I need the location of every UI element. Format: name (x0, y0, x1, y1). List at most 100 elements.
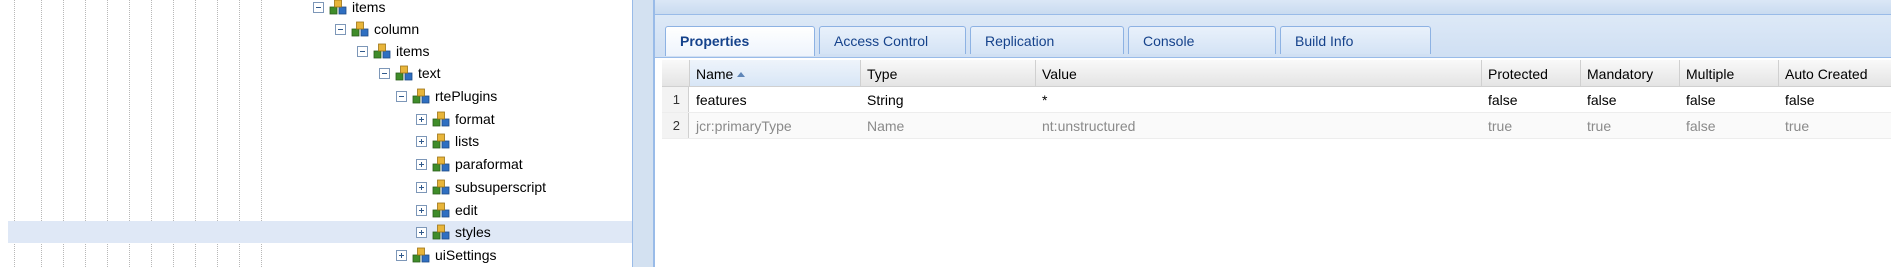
tree-node-row[interactable]: subsuperscript (8, 176, 632, 198)
tree-node-label[interactable]: rtePlugins (435, 88, 497, 104)
tree-node-row[interactable]: styles (8, 221, 632, 243)
expand-toggle-icon[interactable] (416, 158, 427, 170)
tab-replication[interactable]: Replication (970, 26, 1124, 54)
node-cubes-icon (395, 65, 413, 81)
tree-node-label[interactable]: items (396, 43, 429, 59)
expand-toggle-icon[interactable] (396, 249, 407, 261)
tree-node-label[interactable]: uiSettings (435, 247, 496, 263)
tree-node[interactable]: format (416, 108, 495, 130)
collapse-toggle-icon[interactable] (379, 67, 390, 79)
column-header-type[interactable]: Type (861, 60, 1036, 86)
tree-node-row[interactable]: text (8, 62, 632, 84)
node-cubes-icon (351, 21, 369, 37)
cell-value[interactable]: * (1036, 87, 1482, 112)
tree-node-label[interactable]: items (352, 0, 385, 15)
tree-node-row[interactable]: uiSettings (8, 244, 632, 266)
cell-name: jcr:primaryType (696, 118, 792, 134)
expand-toggle-icon[interactable] (416, 204, 427, 216)
tree-node-label[interactable]: edit (455, 202, 478, 218)
node-cubes-icon (432, 179, 450, 195)
column-header-label: Name (696, 66, 734, 82)
table-row[interactable]: 1 features String * false false false fa… (662, 87, 1891, 113)
tree-node-row[interactable]: paraformat (8, 153, 632, 175)
tree-node-label[interactable]: text (418, 65, 441, 81)
tree-node[interactable]: items (313, 0, 385, 18)
repository-tree: items column items text rtePlugins format list… (0, 0, 632, 267)
node-cubes-icon (412, 88, 430, 104)
tab-console[interactable]: Console (1128, 26, 1276, 54)
cell-auto-created: true (1785, 118, 1810, 134)
tree-node[interactable]: subsuperscript (416, 176, 546, 198)
cell-mandatory: true (1587, 118, 1612, 134)
column-header-value[interactable]: Value (1036, 60, 1482, 86)
tree-node-row[interactable]: rtePlugins (8, 85, 632, 107)
column-header-name[interactable]: Name (690, 60, 861, 86)
tree-node-label[interactable]: format (455, 111, 495, 127)
tree-node[interactable]: paraformat (416, 153, 523, 175)
cell-name: features (696, 92, 747, 108)
properties-grid: Name Type Value Protected Mandatory Mult… (662, 60, 1891, 267)
node-cubes-icon (432, 202, 450, 218)
node-cubes-icon (432, 224, 450, 240)
tree-node-label[interactable]: styles (455, 224, 491, 240)
tree-node-row[interactable]: lists (8, 130, 632, 152)
tree-node-label[interactable]: column (374, 21, 419, 37)
cell-multiple: false (1686, 118, 1716, 134)
tree-node[interactable]: edit (416, 199, 478, 221)
expand-toggle-icon[interactable] (416, 113, 427, 125)
row-number: 2 (662, 113, 689, 138)
cell-type: String (867, 92, 904, 108)
panel-header-strip (655, 0, 1891, 15)
cell-value[interactable]: nt:unstructured (1036, 113, 1482, 138)
cell-auto-created: false (1785, 92, 1815, 108)
column-header-multiple[interactable]: Multiple (1680, 60, 1779, 86)
tree-node-row[interactable]: items (8, 0, 632, 18)
expand-toggle-icon[interactable] (416, 135, 427, 147)
tree-node-row[interactable]: format (8, 108, 632, 130)
cell-protected: false (1488, 92, 1518, 108)
tree-node[interactable]: styles (416, 221, 491, 243)
tree-node-row[interactable]: items (8, 40, 632, 62)
tree-node[interactable]: items (357, 40, 429, 62)
column-header-auto-created[interactable]: Auto Created (1779, 60, 1891, 86)
tree-node-label[interactable]: lists (455, 133, 479, 149)
tab-bar: Properties Access Control Replication Co… (655, 15, 1891, 58)
tree-node-row[interactable]: edit (8, 199, 632, 221)
node-cubes-icon (412, 247, 430, 263)
grid-header: Name Type Value Protected Mandatory Mult… (662, 60, 1891, 87)
cell-mandatory: false (1587, 92, 1617, 108)
tree-node-row[interactable]: column (8, 18, 632, 40)
tree-node[interactable]: lists (416, 130, 479, 152)
tree-node[interactable]: uiSettings (396, 244, 496, 266)
column-header-protected[interactable]: Protected (1482, 60, 1581, 86)
collapse-toggle-icon[interactable] (313, 1, 324, 13)
expand-toggle-icon[interactable] (416, 226, 427, 238)
tree-node[interactable]: column (335, 18, 419, 40)
tab-access-control[interactable]: Access Control (819, 26, 966, 54)
node-details-panel: Properties Access Control Replication Co… (654, 0, 1891, 267)
panel-splitter[interactable] (632, 0, 654, 267)
column-header-mandatory[interactable]: Mandatory (1581, 60, 1680, 86)
rownumber-header (662, 60, 690, 86)
expand-toggle-icon[interactable] (416, 181, 427, 193)
cell-multiple: false (1686, 92, 1716, 108)
cell-type: Name (867, 118, 905, 134)
tab-properties[interactable]: Properties (665, 26, 815, 56)
node-cubes-icon (432, 111, 450, 127)
node-cubes-icon (329, 0, 347, 15)
tree-node[interactable]: text (379, 62, 441, 84)
row-number: 1 (662, 87, 689, 112)
tree-node-label[interactable]: subsuperscript (455, 179, 546, 195)
collapse-toggle-icon[interactable] (335, 23, 346, 35)
tab-build-info[interactable]: Build Info (1280, 26, 1431, 54)
node-cubes-icon (432, 156, 450, 172)
tree-node[interactable]: rtePlugins (396, 85, 497, 107)
sort-ascending-icon (737, 72, 746, 77)
collapse-toggle-icon[interactable] (396, 90, 407, 102)
node-cubes-icon (373, 43, 391, 59)
tree-node-label[interactable]: paraformat (455, 156, 523, 172)
cell-protected: true (1488, 118, 1513, 134)
table-row[interactable]: 2 jcr:primaryType Name nt:unstructured t… (662, 113, 1891, 139)
node-cubes-icon (432, 133, 450, 149)
collapse-toggle-icon[interactable] (357, 45, 368, 57)
